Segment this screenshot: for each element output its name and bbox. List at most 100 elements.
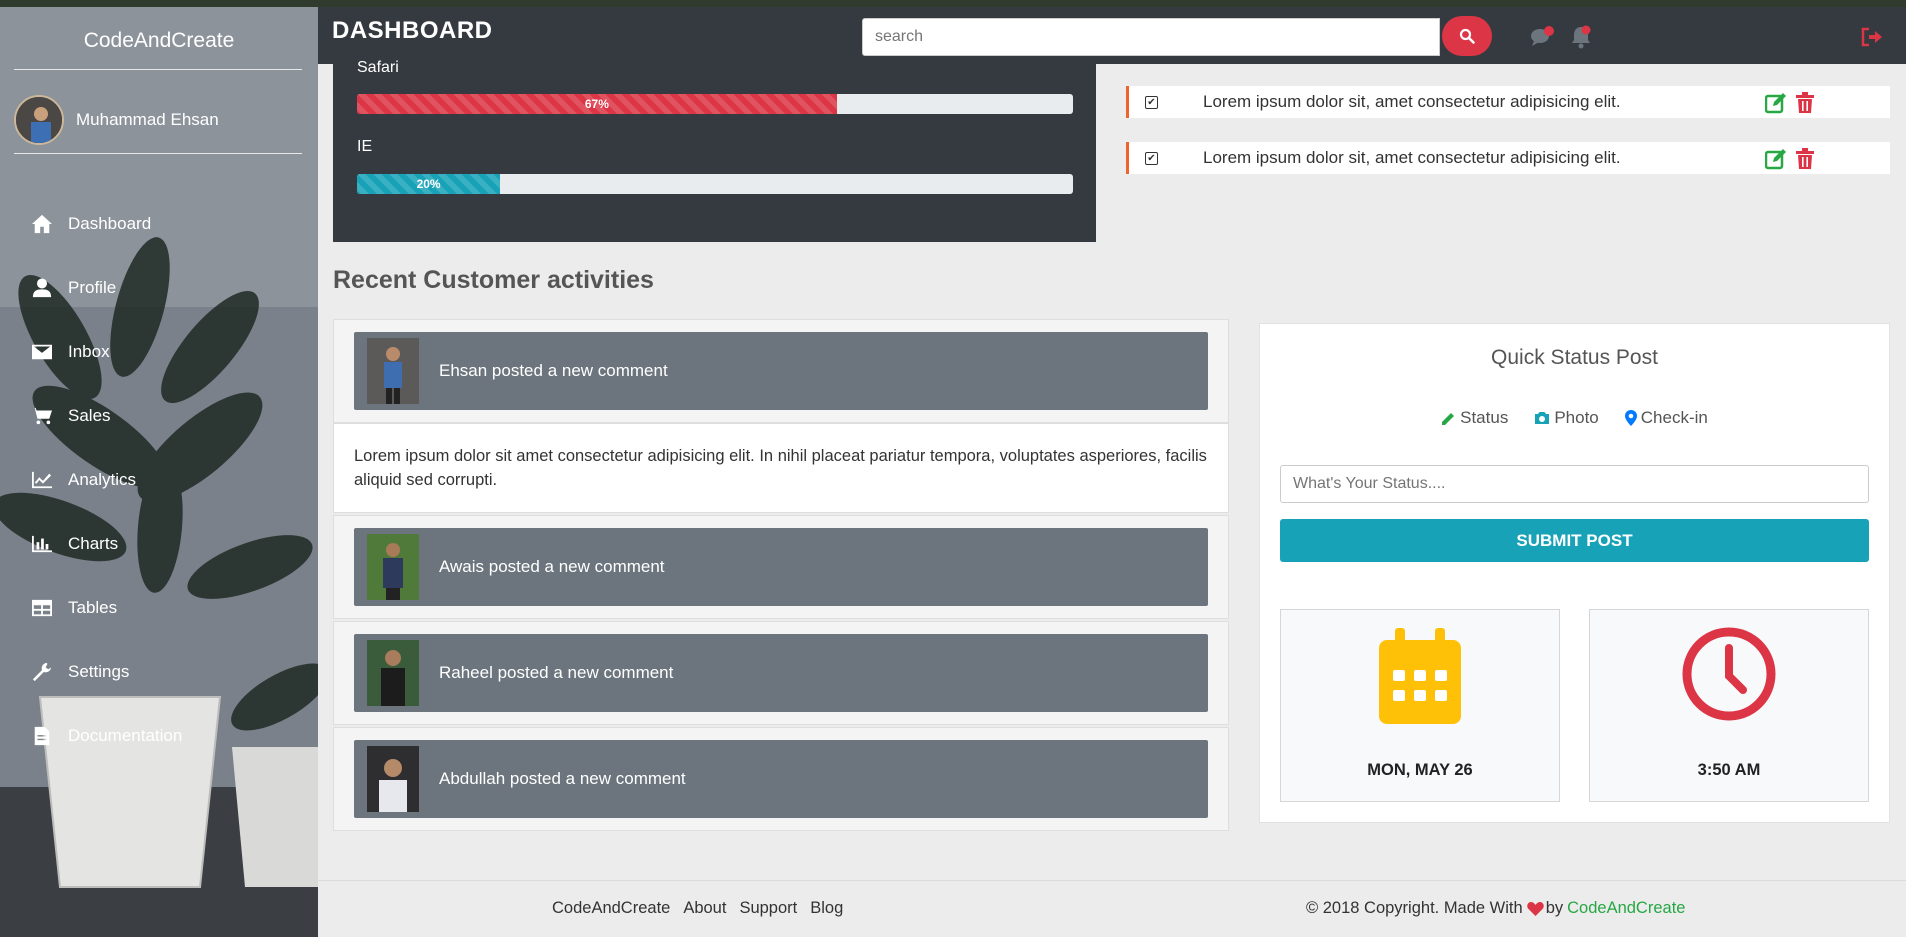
tab-check-in[interactable]: Check-in	[1624, 408, 1708, 428]
tab-status[interactable]: Status	[1441, 408, 1508, 428]
activity-header[interactable]: Abdullah posted a new comment	[354, 740, 1208, 818]
sidebar-item-label: Analytics	[68, 470, 137, 489]
sidebar-item-label: Inbox	[68, 342, 110, 361]
sidebar-brand[interactable]: CodeAndCreate	[0, 29, 318, 53]
divider	[14, 69, 302, 70]
footer-link-blog[interactable]: Blog	[810, 899, 843, 918]
sidebar-item-documentation[interactable]: Documentation	[0, 704, 318, 768]
home-icon	[30, 213, 54, 235]
avatar	[367, 534, 419, 600]
file-icon	[30, 725, 54, 747]
sidebar-nav: Dashboard Profile Inbox Sales Analytics …	[0, 192, 318, 768]
wrench-icon	[30, 661, 54, 683]
cart-icon	[30, 405, 54, 427]
todo-actions	[1765, 92, 1817, 114]
tab-label: Photo	[1554, 408, 1599, 427]
trash-icon[interactable]	[1795, 92, 1817, 114]
list-item: Ehsan posted a new comment	[333, 319, 1229, 423]
section-title: Recent Customer activities	[333, 266, 654, 294]
activity-list: Ehsan posted a new comment Lorem ipsum d…	[333, 319, 1229, 831]
copyright-text: © 2018 Copyright. Made With	[1306, 899, 1523, 917]
user-name: Muhammad Ehsan	[76, 110, 219, 129]
clock-icon	[1590, 626, 1868, 722]
top-bar: DASHBOARD	[318, 7, 1906, 64]
avatar	[367, 338, 419, 404]
tab-label: Check-in	[1640, 408, 1708, 427]
submit-post-button[interactable]: SUBMIT POST	[1280, 519, 1869, 562]
todo-checkbox[interactable]: ✔	[1145, 95, 1158, 109]
sidebar-item-sales[interactable]: Sales	[0, 384, 318, 448]
edit-icon[interactable]	[1765, 148, 1787, 170]
bell-icon[interactable]	[1568, 24, 1594, 50]
copyright: © 2018 Copyright. Made With by CodeAndCr…	[1306, 899, 1685, 918]
search-icon	[1459, 28, 1475, 44]
divider	[14, 153, 302, 154]
sidebar-item-label: Tables	[68, 598, 118, 617]
avatar	[367, 746, 419, 812]
activity-label: Raheel posted a new comment	[439, 663, 674, 682]
sidebar-item-settings[interactable]: Settings	[0, 640, 318, 704]
footer-link-support[interactable]: Support	[739, 899, 797, 918]
copyright-by: by	[1545, 899, 1564, 917]
sidebar-item-label: Profile	[68, 278, 117, 297]
progress-bar-safari: 67%	[357, 94, 1073, 114]
calendar-icon	[1281, 626, 1559, 726]
footer-link-home[interactable]: CodeAndCreate	[552, 899, 670, 918]
quick-status-card: Quick Status Post Status Photo Check-in …	[1259, 323, 1890, 823]
top-strip	[0, 0, 1906, 7]
search-input[interactable]	[862, 18, 1440, 56]
search-button[interactable]	[1442, 16, 1492, 56]
heart-icon	[1526, 902, 1544, 916]
tab-photo[interactable]: Photo	[1534, 408, 1599, 428]
time-tile: 3:50 AM	[1589, 609, 1869, 802]
quick-status-title: Quick Status Post	[1491, 346, 1658, 369]
sidebar-item-dashboard[interactable]: Dashboard	[0, 192, 318, 256]
todo-item: ✔ Lorem ipsum dolor sit, amet consectetu…	[1126, 142, 1890, 174]
user-icon	[30, 277, 54, 299]
sidebar-item-analytics[interactable]: Analytics	[0, 448, 318, 512]
sidebar: CodeAndCreate Muhammad Ehsan Dashboard P…	[0, 7, 318, 937]
status-input[interactable]	[1280, 465, 1869, 503]
todo-actions	[1765, 148, 1817, 170]
table-icon	[30, 597, 54, 619]
list-item: Awais posted a new comment	[333, 515, 1229, 619]
page-title: DASHBOARD	[332, 17, 493, 44]
bar-chart-icon	[30, 533, 54, 555]
sidebar-item-tables[interactable]: Tables	[0, 576, 318, 640]
comments-icon[interactable]	[1530, 24, 1556, 50]
envelope-icon	[30, 341, 54, 363]
time-text: 3:50 AM	[1697, 761, 1761, 779]
activity-header[interactable]: Raheel posted a new comment	[354, 634, 1208, 712]
activity-header[interactable]: Awais posted a new comment	[354, 528, 1208, 606]
tab-label: Status	[1460, 408, 1509, 427]
activity-header[interactable]: Ehsan posted a new comment	[354, 332, 1208, 410]
pencil-icon	[1442, 412, 1455, 425]
edit-icon[interactable]	[1765, 92, 1787, 114]
progress-fill-ie: 20%	[357, 174, 501, 194]
sidebar-item-profile[interactable]: Profile	[0, 256, 318, 320]
activity-comment: Lorem ipsum dolor sit amet consectetur a…	[333, 423, 1229, 513]
footer-brand-link[interactable]: CodeAndCreate	[1567, 899, 1685, 918]
sidebar-item-label: Dashboard	[68, 214, 152, 233]
sidebar-item-label: Sales	[68, 406, 111, 425]
trash-icon[interactable]	[1795, 148, 1817, 170]
camera-icon	[1535, 412, 1550, 424]
sidebar-item-label: Settings	[68, 662, 130, 681]
logout-icon[interactable]	[1859, 24, 1885, 50]
list-item: Abdullah posted a new comment	[333, 727, 1229, 831]
footer-link-about[interactable]: About	[683, 899, 726, 918]
todo-text: Lorem ipsum dolor sit, amet consectetur …	[1203, 92, 1621, 111]
activity-label: Ehsan posted a new comment	[439, 361, 668, 380]
sidebar-item-inbox[interactable]: Inbox	[0, 320, 318, 384]
list-item: Raheel posted a new comment	[333, 621, 1229, 725]
date-text: MON, MAY 26	[1367, 761, 1473, 779]
avatar	[14, 95, 64, 145]
footer-links: CodeAndCreate About Support Blog	[552, 899, 843, 918]
todo-checkbox[interactable]: ✔	[1145, 151, 1158, 165]
sidebar-user[interactable]: Muhammad Ehsan	[14, 95, 219, 145]
browser-stats-card: Safari 67% IE 20%	[333, 59, 1096, 242]
progress-bar-ie: 20%	[357, 174, 1073, 194]
stat-label-safari: Safari	[357, 59, 399, 76]
progress-fill-safari: 67%	[357, 94, 837, 114]
sidebar-item-charts[interactable]: Charts	[0, 512, 318, 576]
